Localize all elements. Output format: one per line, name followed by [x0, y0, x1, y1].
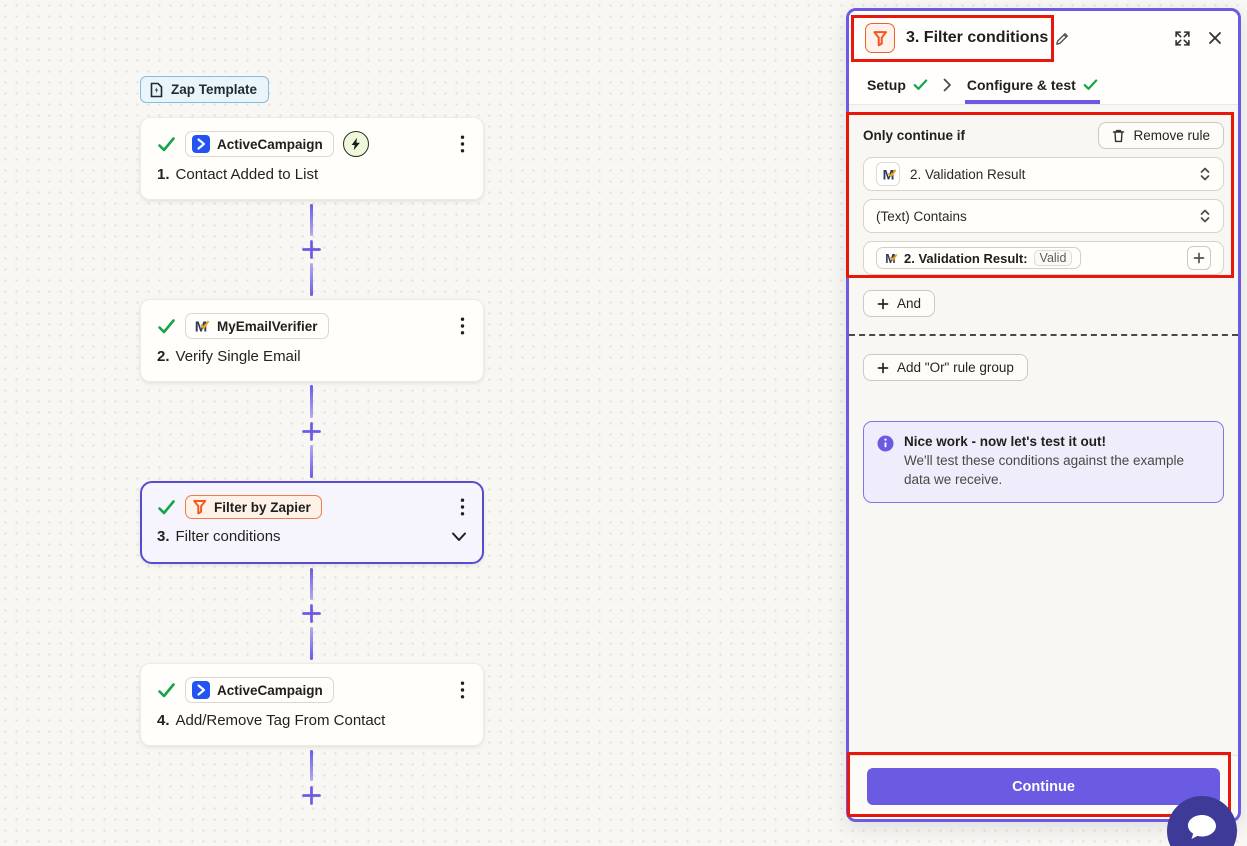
- panel-tabbar: Setup Configure & test: [849, 65, 1238, 105]
- mapped-field-token[interactable]: M 2. Validation Result: Valid: [876, 247, 1082, 269]
- rule-condition-select[interactable]: (Text) Contains: [863, 199, 1224, 233]
- rule-field-select[interactable]: M 2. Validation Result: [863, 157, 1224, 191]
- info-callout: Nice work - now let's test it out! We'll…: [863, 421, 1224, 504]
- zap-template-badge[interactable]: Zap Template: [140, 76, 270, 103]
- connector-line: [310, 204, 313, 236]
- trash-icon: [1112, 129, 1125, 143]
- info-title: Nice work - now let's test it out!: [904, 434, 1106, 449]
- continue-button[interactable]: Continue: [867, 768, 1220, 805]
- rule-condition-value: (Text) Contains: [876, 208, 967, 224]
- filter-funnel-icon: [865, 23, 895, 53]
- tab-complete-check-icon: [913, 78, 928, 91]
- step-title: Add/Remove Tag From Contact: [175, 712, 386, 729]
- only-continue-if-label: Only continue if: [863, 128, 966, 143]
- expand-panel-icon[interactable]: [1174, 30, 1191, 47]
- template-label: Zap Template: [171, 82, 258, 97]
- unfold-chevrons-icon: [1199, 166, 1211, 182]
- info-body: We'll test these conditions against the …: [904, 453, 1184, 487]
- step-settings-panel: 3. Filter conditions Setup Configure & t…: [846, 8, 1241, 822]
- info-icon: [877, 435, 894, 452]
- app-pill-label: MyEmailVerifier: [217, 318, 318, 334]
- collapse-chevron-icon[interactable]: [451, 532, 467, 542]
- step-menu-button[interactable]: [458, 496, 467, 518]
- remove-rule-label: Remove rule: [1133, 128, 1210, 143]
- step-title: Verify Single Email: [175, 348, 301, 365]
- success-check-icon: [157, 682, 176, 699]
- unfold-chevrons-icon: [1199, 208, 1211, 224]
- tab-setup[interactable]: Setup: [865, 65, 930, 104]
- panel-title: 3. Filter conditions: [906, 29, 1049, 46]
- success-check-icon: [157, 318, 176, 335]
- add-step-button[interactable]: [300, 602, 323, 625]
- panel-content: Only continue if Remove rule M 2. Valida…: [849, 105, 1238, 755]
- connector-line: [310, 627, 313, 660]
- token-label: 2. Validation Result:: [904, 250, 1028, 266]
- plus-icon: [877, 362, 889, 374]
- step-number: 1.: [157, 166, 170, 183]
- step-card-3-selected[interactable]: Filter by Zapier 3. Filter conditions: [140, 481, 484, 564]
- app-pill-label: ActiveCampaign: [217, 136, 323, 152]
- myemailverifier-icon: M: [876, 162, 900, 186]
- rule-group-divider: [849, 334, 1238, 336]
- connector-line: [310, 750, 313, 781]
- activecampaign-icon: [192, 135, 210, 153]
- app-pill-label: ActiveCampaign: [217, 682, 323, 698]
- plus-icon: [877, 298, 889, 310]
- connector-line: [310, 445, 313, 478]
- step-number: 2.: [157, 348, 170, 365]
- tab-label: Configure & test: [966, 76, 1076, 93]
- add-step-button[interactable]: [300, 420, 323, 443]
- step-card-4[interactable]: ActiveCampaign 4. Add/Remove Tag From Co…: [140, 663, 484, 746]
- myemailverifier-icon: M: [883, 251, 898, 266]
- app-pill-activecampaign[interactable]: ActiveCampaign: [185, 131, 334, 157]
- step-card-1[interactable]: ActiveCampaign 1. Contact Added to List: [140, 117, 484, 200]
- tab-configure-test[interactable]: Configure & test: [965, 65, 1100, 104]
- template-file-icon: [149, 82, 164, 98]
- add-step-button[interactable]: [300, 784, 323, 807]
- rule-field-value: 2. Validation Result: [910, 166, 1026, 182]
- add-or-rule-group-label: Add "Or" rule group: [897, 360, 1014, 375]
- chat-bubble-icon: [1185, 813, 1219, 843]
- add-step-button[interactable]: [300, 238, 323, 261]
- panel-header: 3. Filter conditions: [849, 11, 1238, 65]
- step-menu-button[interactable]: [458, 133, 467, 155]
- step-card-2[interactable]: M MyEmailVerifier 2. Verify Single Email: [140, 299, 484, 382]
- rule-value-input[interactable]: M 2. Validation Result: Valid: [863, 241, 1224, 275]
- connector-line: [310, 263, 313, 296]
- step-menu-button[interactable]: [458, 679, 467, 701]
- filter-funnel-icon: [192, 499, 207, 515]
- tab-label: Setup: [867, 76, 906, 93]
- and-rule-button[interactable]: And: [863, 290, 936, 317]
- myemailverifier-icon: M: [192, 317, 210, 335]
- close-panel-icon[interactable]: [1208, 31, 1222, 45]
- app-pill-myemailverifier[interactable]: M MyEmailVerifier: [185, 313, 329, 339]
- success-check-icon: [157, 136, 176, 153]
- step-number: 3.: [157, 528, 170, 545]
- app-pill-activecampaign[interactable]: ActiveCampaign: [185, 677, 334, 703]
- step-number: 4.: [157, 712, 170, 729]
- activecampaign-icon: [192, 681, 210, 699]
- step-title: Contact Added to List: [175, 166, 319, 183]
- tab-complete-check-icon: [1083, 78, 1098, 91]
- remove-rule-button[interactable]: Remove rule: [1098, 122, 1224, 149]
- and-rule-label: And: [897, 296, 922, 311]
- app-pill-filter[interactable]: Filter by Zapier: [185, 495, 322, 519]
- app-pill-label: Filter by Zapier: [214, 499, 311, 515]
- token-value: Valid: [1033, 250, 1073, 266]
- step-menu-button[interactable]: [458, 315, 467, 337]
- edit-pencil-icon[interactable]: [1055, 31, 1070, 46]
- chevron-right-icon: [943, 78, 952, 92]
- connector-line: [310, 568, 313, 600]
- success-check-icon: [157, 499, 176, 516]
- trigger-bolt-icon: [342, 131, 369, 157]
- insert-data-button[interactable]: [1187, 246, 1211, 270]
- add-or-rule-group-button[interactable]: Add "Or" rule group: [863, 354, 1028, 381]
- step-title: Filter conditions: [175, 528, 281, 545]
- connector-line: [310, 385, 313, 418]
